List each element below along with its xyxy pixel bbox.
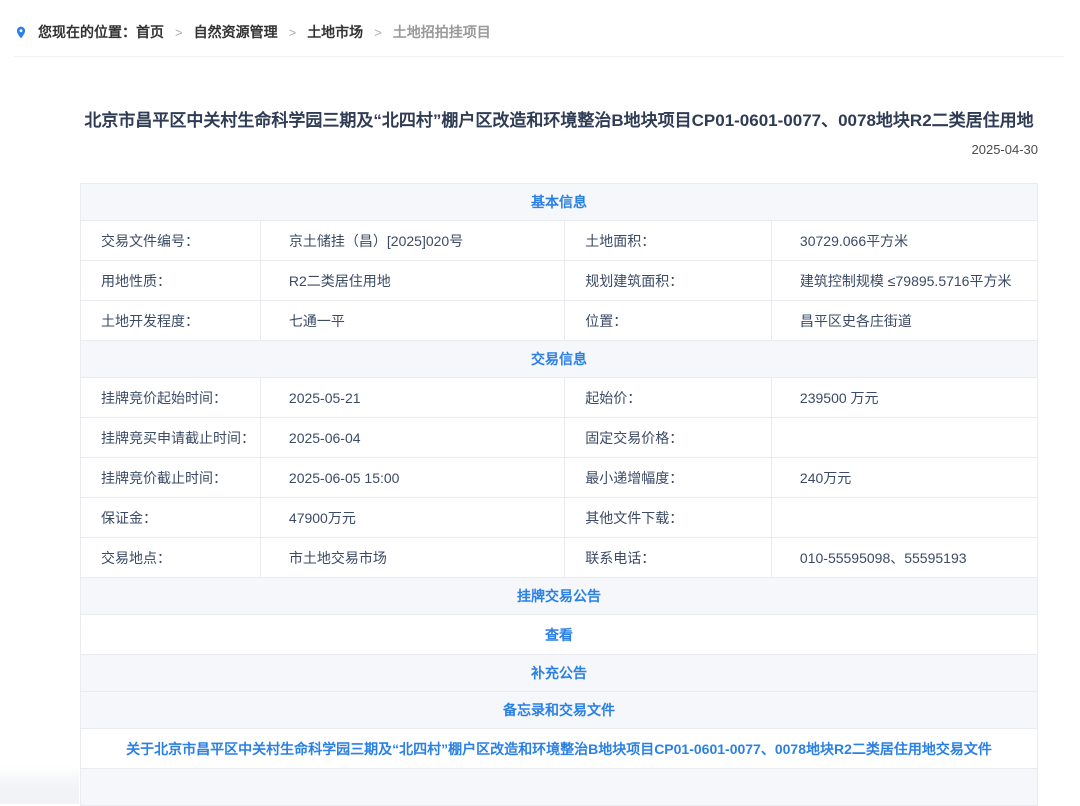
field-value: 京土储挂（昌）[2025]020号 bbox=[260, 221, 564, 261]
table-row: 挂牌竞价起始时间：2025-05-21起始价：239500 万元 bbox=[81, 378, 1038, 418]
table-row: 关于北京市昌平区中关村生命科学园三期及“北四村”棚户区改造和环境整治B地块项目C… bbox=[81, 729, 1038, 769]
field-value: 2025-06-05 15:00 bbox=[260, 458, 564, 498]
breadcrumb-item-3[interactable]: 土地市场 bbox=[307, 22, 363, 42]
land-info-table: 基本信息交易文件编号：京土储挂（昌）[2025]020号土地面积：30729.0… bbox=[80, 183, 1038, 806]
field-value: 30729.066平方米 bbox=[771, 221, 1037, 261]
field-value: 2025-06-04 bbox=[260, 418, 564, 458]
table-row: 土地开发程度：七通一平位置：昌平区史各庄街道 bbox=[81, 301, 1038, 341]
breadcrumb-item-4: 土地招拍挂项目 bbox=[393, 22, 491, 42]
field-value bbox=[771, 418, 1037, 458]
field-label: 挂牌竞买申请截止时间： bbox=[81, 418, 261, 458]
link-cell: 关于北京市昌平区中关村生命科学园三期及“北四村”棚户区改造和环境整治B地块项目C… bbox=[81, 729, 1038, 769]
field-value: 七通一平 bbox=[260, 301, 564, 341]
section-transaction-info: 交易信息 bbox=[81, 341, 1038, 378]
section-listing-announcement: 挂牌交易公告 bbox=[81, 578, 1038, 615]
field-value: 市土地交易市场 bbox=[260, 538, 564, 578]
table-row: 备忘录和交易文件 bbox=[81, 692, 1038, 729]
section-memo-and-documents: 备忘录和交易文件 bbox=[81, 692, 1038, 729]
table-row: 挂牌交易公告 bbox=[81, 578, 1038, 615]
field-label: 固定交易价格： bbox=[565, 418, 772, 458]
breadcrumb-separator: > bbox=[374, 25, 382, 40]
table-row bbox=[81, 769, 1038, 806]
field-value: 47900万元 bbox=[260, 498, 564, 538]
view-link[interactable]: 查看 bbox=[545, 627, 573, 643]
table-row: 交易信息 bbox=[81, 341, 1038, 378]
bottom-left-shade bbox=[0, 766, 79, 804]
field-label: 规划建筑面积： bbox=[565, 261, 772, 301]
table-row: 保证金：47900万元其他文件下载： bbox=[81, 498, 1038, 538]
field-label: 土地面积： bbox=[565, 221, 772, 261]
field-label: 最小递增幅度： bbox=[565, 458, 772, 498]
field-value bbox=[771, 498, 1037, 538]
field-label: 其他文件下载： bbox=[565, 498, 772, 538]
breadcrumb-item-1[interactable]: 首页 bbox=[136, 22, 164, 42]
breadcrumb-separator: > bbox=[175, 25, 183, 40]
section-partial-cutoff bbox=[81, 769, 1038, 806]
table-row: 交易地点：市土地交易市场联系电话：010-55595098、55595193 bbox=[81, 538, 1038, 578]
header-divider bbox=[14, 56, 1064, 57]
table-row: 补充公告 bbox=[81, 655, 1038, 692]
publish-date: 2025-04-30 bbox=[80, 142, 1038, 157]
transaction-document-link[interactable]: 关于北京市昌平区中关村生命科学园三期及“北四村”棚户区改造和环境整治B地块项目C… bbox=[126, 741, 992, 757]
content-area: 北京市昌平区中关村生命科学园三期及“北四村”棚户区改造和环境整治B地块项目CP0… bbox=[80, 107, 1038, 806]
page-title: 北京市昌平区中关村生命科学园三期及“北四村”棚户区改造和环境整治B地块项目CP0… bbox=[80, 107, 1038, 134]
table-row: 用地性质：R2二类居住用地规划建筑面积：建筑控制规模 ≤79895.5716平方… bbox=[81, 261, 1038, 301]
table-row: 交易文件编号：京土储挂（昌）[2025]020号土地面积：30729.066平方… bbox=[81, 221, 1038, 261]
field-value: 240万元 bbox=[771, 458, 1037, 498]
field-value: R2二类居住用地 bbox=[260, 261, 564, 301]
field-value: 239500 万元 bbox=[771, 378, 1037, 418]
table-row: 挂牌竞价截止时间：2025-06-05 15:00最小递增幅度：240万元 bbox=[81, 458, 1038, 498]
location-pin-icon bbox=[14, 24, 28, 41]
field-label: 挂牌竞价起始时间： bbox=[81, 378, 261, 418]
table-row: 查看 bbox=[81, 615, 1038, 655]
table-row: 挂牌竞买申请截止时间：2025-06-04固定交易价格： bbox=[81, 418, 1038, 458]
field-value: 建筑控制规模 ≤79895.5716平方米 bbox=[771, 261, 1037, 301]
field-label: 用地性质： bbox=[81, 261, 261, 301]
breadcrumb-items: 首页 > 自然资源管理 > 土地市场 > 土地招拍挂项目 bbox=[136, 22, 491, 42]
field-label: 保证金： bbox=[81, 498, 261, 538]
field-label: 交易地点： bbox=[81, 538, 261, 578]
field-label: 起始价： bbox=[565, 378, 772, 418]
field-label: 联系电话： bbox=[565, 538, 772, 578]
table-row: 基本信息 bbox=[81, 184, 1038, 221]
field-label: 土地开发程度： bbox=[81, 301, 261, 341]
link-cell: 查看 bbox=[81, 615, 1038, 655]
field-value: 昌平区史各庄街道 bbox=[771, 301, 1037, 341]
page-header: 您现在的位置： 首页 > 自然资源管理 > 土地市场 > 土地招拍挂项目 bbox=[0, 0, 1080, 57]
breadcrumb-separator: > bbox=[289, 25, 297, 40]
breadcrumb-prefix: 您现在的位置： bbox=[38, 22, 136, 42]
breadcrumb-item-2[interactable]: 自然资源管理 bbox=[194, 22, 278, 42]
field-label: 挂牌竞价截止时间： bbox=[81, 458, 261, 498]
field-label: 位置： bbox=[565, 301, 772, 341]
breadcrumb: 您现在的位置： 首页 > 自然资源管理 > 土地市场 > 土地招拍挂项目 bbox=[0, 0, 1080, 56]
field-value: 2025-05-21 bbox=[260, 378, 564, 418]
section-basic-info: 基本信息 bbox=[81, 184, 1038, 221]
field-label: 交易文件编号： bbox=[81, 221, 261, 261]
section-supplementary-announcement: 补充公告 bbox=[81, 655, 1038, 692]
field-value: 010-55595098、55595193 bbox=[771, 538, 1037, 578]
